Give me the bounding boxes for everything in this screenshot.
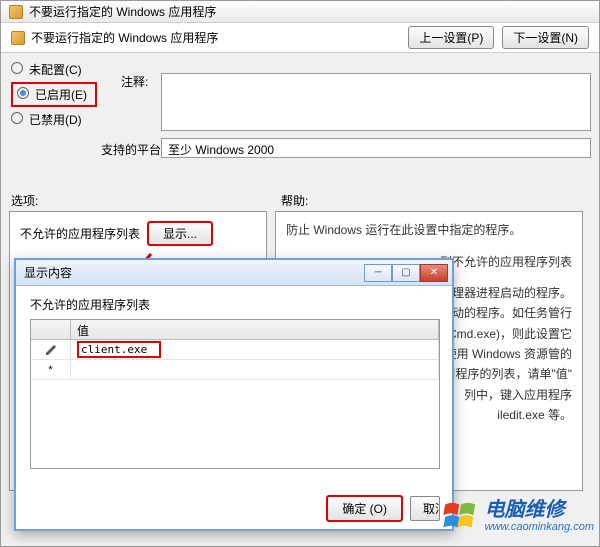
prev-setting-button[interactable]: 上一设置(P) [408, 26, 494, 49]
watermark-title: 电脑维修 [485, 499, 594, 521]
next-setting-button[interactable]: 下一设置(N) [502, 26, 589, 49]
radio-label: 未配置(C) [29, 61, 82, 78]
radio-label: 已启用(E) [35, 86, 87, 103]
window-titlebar: 不要运行指定的 Windows 应用程序 [1, 1, 599, 23]
radio-enabled[interactable]: 已启用(E) [11, 82, 97, 107]
platform-value: 至少 Windows 2000 [161, 138, 591, 158]
pencil-icon [45, 344, 57, 356]
ok-button[interactable]: 确定 (O) [327, 496, 402, 521]
help-label: 帮助: [281, 192, 308, 209]
dialog-titlebar[interactable]: 显示内容 ─ ▢ ✕ [16, 260, 452, 286]
show-button[interactable]: 显示... [148, 222, 212, 245]
grid-cell-empty[interactable] [71, 360, 439, 379]
grid-rowheader-col [31, 320, 71, 339]
dialog-list-label: 不允许的应用程序列表 [30, 296, 438, 313]
grid-cell-value[interactable]: client.exe [71, 340, 439, 359]
cancel-button[interactable]: 取消 [410, 496, 440, 521]
radio-icon [17, 87, 29, 99]
show-contents-dialog: 显示内容 ─ ▢ ✕ 不允许的应用程序列表 值 client.exe * [14, 258, 454, 531]
page-title: 不要运行指定的 Windows 应用程序 [31, 29, 218, 46]
comment-label: 注释: [121, 73, 148, 90]
watermark-url: www.caominkang.com [485, 521, 594, 533]
windows-logo-icon [443, 501, 479, 531]
dialog-title: 显示内容 [24, 264, 72, 281]
new-row-indicator: * [31, 360, 71, 379]
header-bar: 不要运行指定的 Windows 应用程序 上一设置(P) 下一设置(N) [1, 23, 599, 53]
maximize-button[interactable]: ▢ [392, 264, 420, 282]
options-label: 选项: [11, 192, 281, 209]
policy-icon [9, 5, 23, 19]
policy-icon [11, 31, 25, 45]
watermark: 电脑维修 www.caominkang.com [443, 499, 594, 533]
platform-label: 支持的平台: [101, 141, 164, 158]
grid-row[interactable]: client.exe [31, 340, 439, 360]
radio-icon [11, 62, 23, 74]
grid-row-new[interactable]: * [31, 360, 439, 380]
close-button[interactable]: ✕ [420, 264, 448, 282]
window-title: 不要运行指定的 Windows 应用程序 [29, 3, 216, 20]
edit-indicator [31, 340, 71, 359]
value-text: client.exe [77, 341, 161, 358]
radio-icon [11, 112, 23, 124]
comment-textarea[interactable] [161, 73, 591, 131]
minimize-button[interactable]: ─ [364, 264, 392, 282]
help-line1: 防止 Windows 运行在此设置中指定的程序。 [286, 220, 572, 240]
value-grid[interactable]: 值 client.exe * [30, 319, 440, 469]
grid-col-value[interactable]: 值 [71, 320, 439, 339]
list-label: 不允许的应用程序列表 [20, 225, 140, 242]
radio-label: 已禁用(D) [29, 111, 82, 128]
